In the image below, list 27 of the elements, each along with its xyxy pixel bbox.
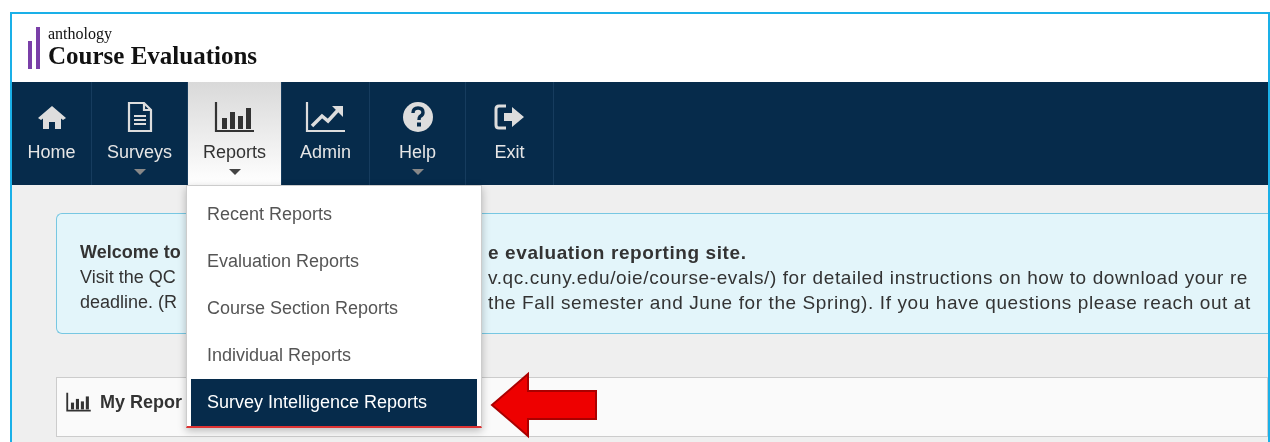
- banner-text: Visit the QC: [80, 266, 176, 289]
- menu-item[interactable]: Survey Intelligence Reports: [191, 379, 477, 426]
- home-icon: [36, 104, 67, 130]
- banner-text: deadline. (R: [80, 291, 178, 314]
- nav-tab[interactable]: Help: [370, 82, 466, 185]
- logo-icon: [28, 27, 40, 69]
- nav-tab[interactable]: Reports: [188, 82, 282, 185]
- bar-chart-icon: [66, 392, 92, 412]
- banner-text: the Fall semester and June for the Spring). If you have questions please reach out at: [488, 291, 1251, 315]
- menu-item[interactable]: Individual Reports: [191, 332, 477, 379]
- menu-item[interactable]: Course Section Reports: [191, 285, 477, 332]
- product-title: Course Evaluations: [48, 42, 258, 70]
- banner-text: v.qc.cuny.edu/oie/course-evals/) for detailed instructions on how to download your re: [488, 266, 1248, 290]
- nav-tab[interactable]: Exit: [466, 82, 554, 185]
- banner-text: Welcome to: [80, 241, 181, 264]
- document-icon: [126, 101, 153, 133]
- banner-text: e evaluation reporting site.: [488, 241, 747, 265]
- menu-item[interactable]: Evaluation Reports: [191, 238, 477, 285]
- menu-item[interactable]: Recent Reports: [191, 191, 477, 238]
- arrow-icon: [490, 371, 600, 439]
- panel-title: My Repor: [100, 392, 182, 413]
- nav-tab[interactable]: Home: [12, 82, 92, 185]
- help-icon: [401, 101, 434, 133]
- bar-chart-icon: [213, 101, 256, 133]
- exit-icon: [493, 103, 526, 131]
- logo-brand: anthology: [48, 26, 113, 42]
- line-chart-icon: [304, 101, 347, 133]
